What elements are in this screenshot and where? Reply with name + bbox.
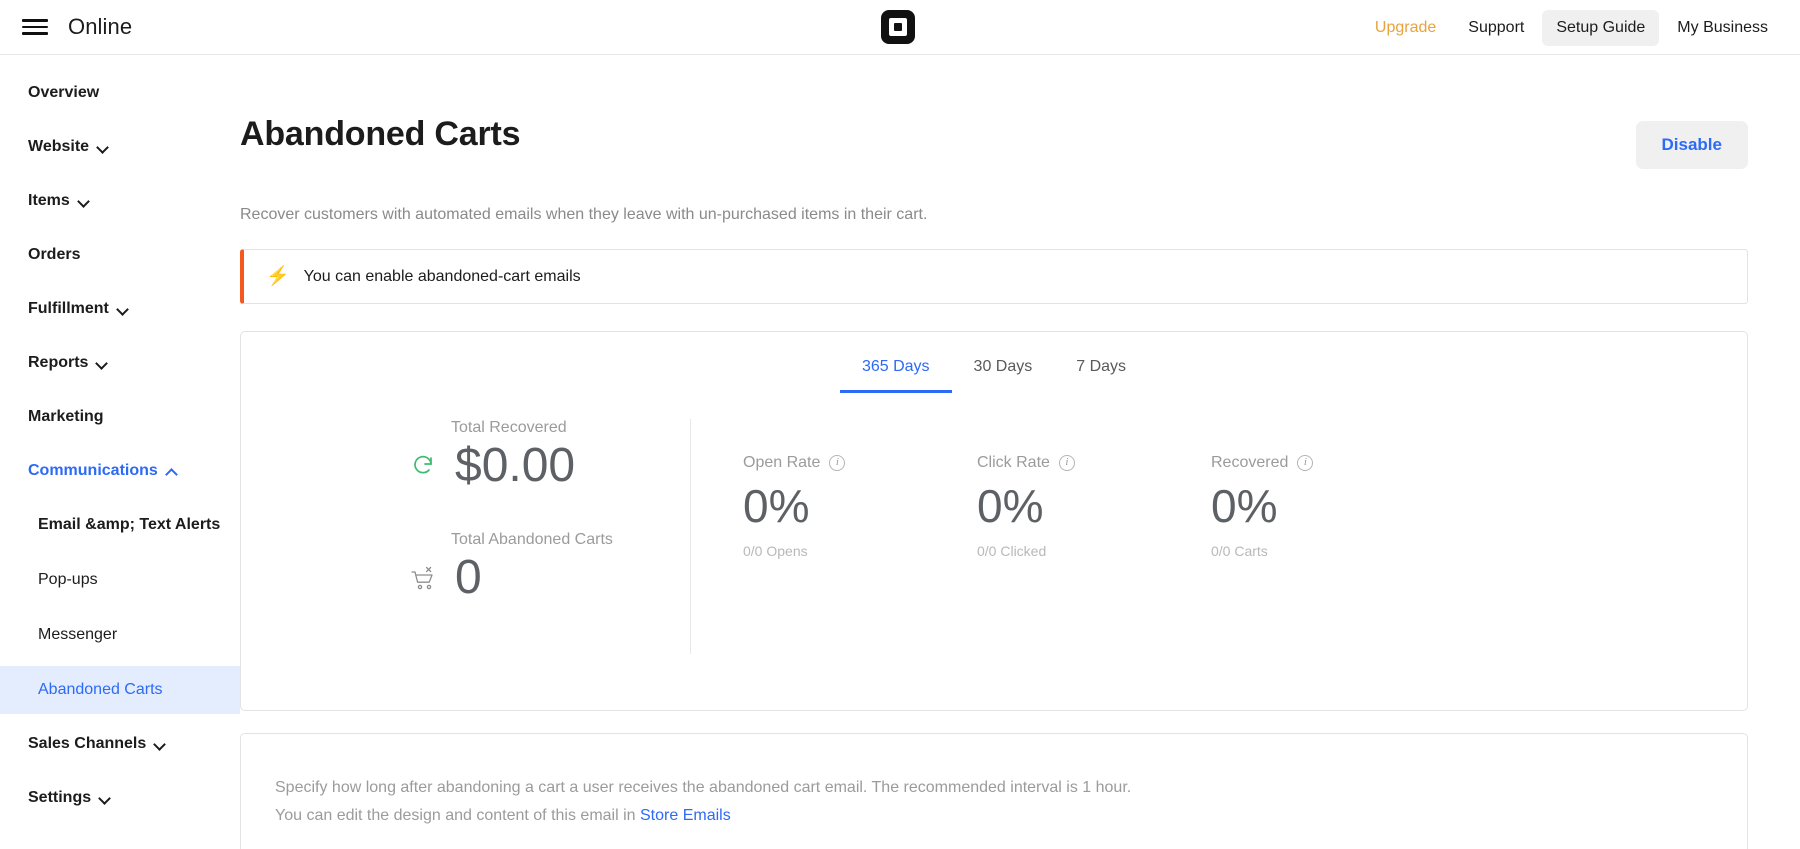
page-header: Abandoned Carts Disable [240, 115, 1760, 169]
sidebar-item-label: Overview [28, 84, 99, 102]
tab-30-days[interactable]: 30 Days [952, 350, 1055, 393]
main-content: Abandoned Carts Disable Recover customer… [240, 55, 1800, 849]
sidebar-item-settings[interactable]: Settings [0, 782, 240, 814]
chevron-down-icon [100, 793, 111, 804]
top-navigation: Upgrade Support Setup Guide My Business [1361, 0, 1782, 55]
interval-settings-card: Specify how long after abandoning a cart… [240, 733, 1748, 849]
store-emails-prefix: You can edit the design and content of t… [275, 807, 640, 824]
metric-open-rate: Open Rate i 0% 0/0 Opens [743, 454, 977, 654]
sidebar-item-pop-ups[interactable]: Pop-ups [0, 564, 240, 596]
topnav-support[interactable]: Support [1454, 10, 1538, 46]
chevron-up-icon [167, 466, 178, 477]
topbar-title: Online [68, 14, 132, 40]
sidebar-item-label: Fulfillment [28, 300, 109, 318]
sidebar-item-label: Communications [28, 462, 158, 480]
chevron-down-icon [97, 358, 108, 369]
store-emails-link[interactable]: Store Emails [640, 807, 731, 824]
sidebar-item-label: Messenger [38, 626, 117, 644]
sidebar-item-label: Orders [28, 246, 80, 264]
chevron-down-icon [98, 142, 109, 153]
total-abandoned-block: Total Abandoned Carts 0 [451, 531, 690, 603]
metric-label: Open Rate [743, 454, 820, 472]
page-description: Recover customers with automated emails … [240, 206, 1760, 224]
metric-label: Recovered [1211, 454, 1288, 472]
page-title: Abandoned Carts [240, 115, 520, 154]
info-icon[interactable]: i [1059, 455, 1075, 471]
sidebar-item-items[interactable]: Items [0, 185, 240, 217]
metric-click-rate: Click Rate i 0% 0/0 Clicked [977, 454, 1211, 654]
hamburger-icon[interactable] [22, 17, 48, 37]
alert-text: You can enable abandoned-cart emails [304, 268, 581, 286]
metric-value: 0% [1211, 482, 1445, 530]
store-emails-line: You can edit the design and content of t… [275, 802, 1747, 830]
page-layout: Overview Website Items Orders Fulfillmen… [0, 55, 1800, 849]
chevron-down-icon [79, 196, 90, 207]
info-icon[interactable]: i [829, 455, 845, 471]
disable-button[interactable]: Disable [1636, 121, 1748, 169]
sidebar-item-marketing[interactable]: Marketing [0, 401, 240, 433]
date-range-tabs: 365 Days 30 Days 7 Days [241, 332, 1747, 393]
total-abandoned-label: Total Abandoned Carts [451, 531, 690, 549]
sidebar-item-label: Abandoned Carts [38, 681, 163, 699]
info-icon[interactable]: i [1297, 455, 1313, 471]
topnav-my-business[interactable]: My Business [1663, 10, 1782, 46]
metrics-column: Open Rate i 0% 0/0 Opens Click Rate i 0%… [691, 419, 1747, 654]
sidebar-item-sales-channels[interactable]: Sales Channels [0, 728, 240, 760]
sidebar-item-label: Website [28, 138, 89, 156]
sidebar-item-label: Sales Channels [28, 735, 146, 753]
sidebar-item-email-text-alerts[interactable]: Email &amp; Text Alerts [0, 509, 240, 541]
metric-sub: 0/0 Clicked [977, 543, 1211, 559]
sidebar-item-communications[interactable]: Communications [0, 455, 240, 487]
sidebar-item-abandoned-carts[interactable]: Abandoned Carts [0, 666, 240, 714]
topnav-setup-guide[interactable]: Setup Guide [1542, 10, 1659, 46]
metric-sub: 0/0 Carts [1211, 543, 1445, 559]
sidebar-item-reports[interactable]: Reports [0, 347, 240, 379]
sidebar-item-fulfillment[interactable]: Fulfillment [0, 293, 240, 325]
sidebar-item-label: Marketing [28, 408, 104, 426]
enable-emails-alert: ⚡ You can enable abandoned-cart emails [240, 249, 1748, 304]
metric-recovered: Recovered i 0% 0/0 Carts [1211, 454, 1445, 654]
stats-card: 365 Days 30 Days 7 Days Total Recovered [240, 331, 1748, 711]
total-recovered-label: Total Recovered [451, 419, 690, 437]
total-recovered-value: $0.00 [455, 441, 575, 491]
sidebar-item-label: Pop-ups [38, 571, 98, 589]
refresh-icon [411, 453, 437, 479]
top-header: Online Upgrade Support Setup Guide My Bu… [0, 0, 1800, 55]
totals-column: Total Recovered $0.00 T [241, 419, 691, 654]
sidebar-item-overview[interactable]: Overview [0, 77, 240, 109]
chevron-down-icon [118, 304, 129, 315]
chevron-down-icon [155, 739, 166, 750]
sidebar-item-label: Settings [28, 789, 91, 807]
metric-value: 0% [743, 482, 977, 530]
sidebar-item-website[interactable]: Website [0, 131, 240, 163]
sidebar: Overview Website Items Orders Fulfillmen… [0, 55, 240, 849]
metric-label: Click Rate [977, 454, 1050, 472]
cart-remove-icon [411, 566, 437, 592]
metric-sub: 0/0 Opens [743, 543, 977, 559]
square-logo [881, 10, 915, 44]
topnav-upgrade[interactable]: Upgrade [1361, 10, 1450, 46]
sidebar-item-messenger[interactable]: Messenger [0, 619, 240, 651]
total-recovered-block: Total Recovered $0.00 [451, 419, 690, 491]
stats-row: Total Recovered $0.00 T [241, 419, 1747, 654]
sidebar-item-label: Items [28, 192, 70, 210]
sidebar-item-orders[interactable]: Orders [0, 239, 240, 271]
tab-7-days[interactable]: 7 Days [1054, 350, 1148, 393]
sidebar-item-label: Email &amp; Text Alerts [38, 516, 220, 534]
metric-value: 0% [977, 482, 1211, 530]
interval-description: Specify how long after abandoning a cart… [275, 774, 1747, 802]
sidebar-item-label: Reports [28, 354, 88, 372]
total-abandoned-value: 0 [455, 553, 482, 603]
tab-365-days[interactable]: 365 Days [840, 350, 952, 393]
bolt-icon: ⚡ [266, 267, 290, 286]
